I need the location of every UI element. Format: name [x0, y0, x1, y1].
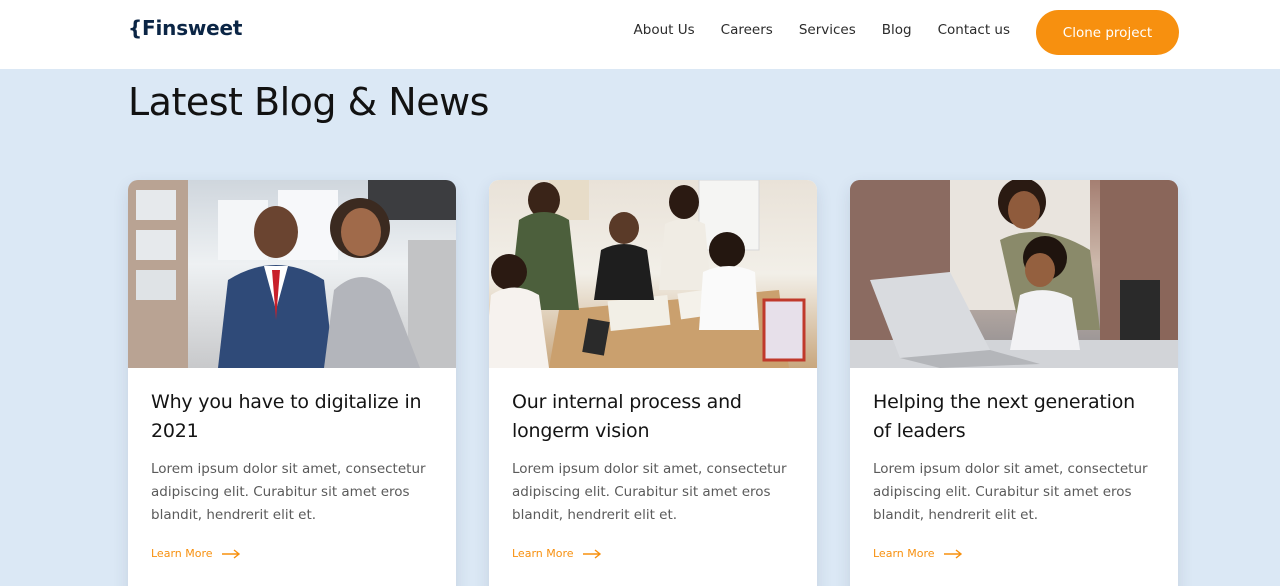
team-meeting-illustration — [489, 180, 806, 368]
learn-more-link[interactable]: Learn More — [151, 547, 434, 560]
arrow-right-icon — [943, 548, 963, 559]
clone-project-button[interactable]: Clone project — [1036, 10, 1179, 55]
blog-card: Why you have to digitalize in 2021 Lorem… — [128, 180, 456, 586]
logo[interactable]: {Finsweet — [128, 16, 242, 40]
learn-more-label: Learn More — [151, 547, 213, 560]
arrow-right-icon — [582, 548, 602, 559]
learn-more-link[interactable]: Learn More — [512, 547, 795, 560]
blog-card-title[interactable]: Why you have to digitalize in 2021 — [151, 388, 434, 446]
mother-child-laptop-illustration — [850, 180, 1178, 368]
blog-card-image — [489, 180, 817, 368]
main-nav: About Us Careers Services Blog Contact u… — [634, 22, 1010, 38]
blog-card-excerpt: Lorem ipsum dolor sit amet, consectetur … — [151, 461, 426, 523]
arrow-right-icon — [221, 548, 241, 559]
nav-about-us[interactable]: About Us — [634, 22, 695, 38]
blog-card-excerpt: Lorem ipsum dolor sit amet, consectetur … — [873, 461, 1148, 523]
blog-card: Helping the next generation of leaders L… — [850, 180, 1178, 586]
blog-card-image — [128, 180, 456, 368]
nav-blog[interactable]: Blog — [882, 22, 912, 38]
blog-card-title[interactable]: Helping the next generation of leaders — [873, 388, 1156, 446]
blog-card: Our internal process and longerm vision … — [489, 180, 817, 586]
blog-card-title[interactable]: Our internal process and longerm vision — [512, 388, 795, 446]
site-header: {Finsweet About Us Careers Services Blog… — [0, 0, 1280, 69]
nav-careers[interactable]: Careers — [721, 22, 773, 38]
blog-card-excerpt: Lorem ipsum dolor sit amet, consectetur … — [512, 461, 787, 523]
learn-more-label: Learn More — [873, 547, 935, 560]
blog-card-image — [850, 180, 1178, 368]
learn-more-link[interactable]: Learn More — [873, 547, 1156, 560]
business-people-illustration — [128, 180, 456, 368]
nav-services[interactable]: Services — [799, 22, 856, 38]
learn-more-label: Learn More — [512, 547, 574, 560]
section-title: Latest Blog & News — [128, 80, 489, 124]
nav-contact-us[interactable]: Contact us — [938, 22, 1010, 38]
